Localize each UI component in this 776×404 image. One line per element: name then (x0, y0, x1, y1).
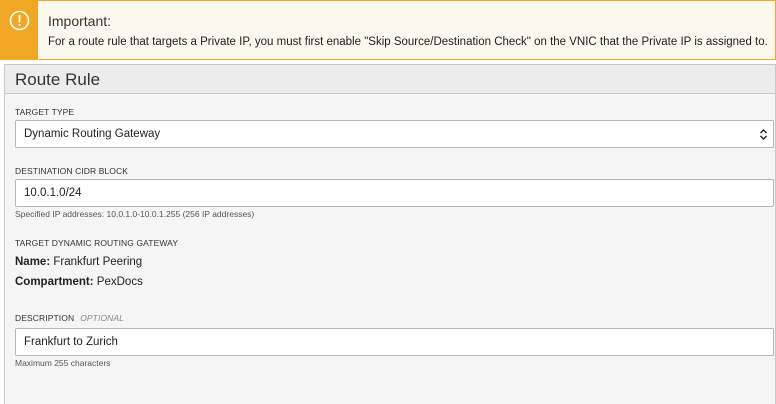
route-rule-panel: Route Rule TARGET TYPE Dynamic Routing G… (4, 64, 776, 404)
target-drg-label: TARGET DYNAMIC ROUTING GATEWAY (15, 238, 179, 248)
target-type-select[interactable]: Dynamic Routing Gateway (15, 120, 774, 148)
target-drg-name-label: Name: (15, 256, 51, 268)
description-hint: Maximum 255 characters (15, 358, 111, 368)
target-drg-compartment-value: PexDocs (96, 276, 143, 288)
warning-icon (9, 10, 30, 31)
description-value: Frankfurt to Zurich (24, 336, 118, 348)
chevron-up-down-icon (760, 129, 767, 140)
destination-cidr-input[interactable]: 10.0.1.0/24 (15, 179, 774, 207)
target-type-label: TARGET TYPE (15, 107, 75, 117)
optional-tag: OPTIONAL (80, 313, 124, 323)
target-drg-name: Name: Frankfurt Peering (15, 256, 142, 268)
panel-header (5, 65, 775, 94)
destination-cidr-hint: Specified IP addresses: 10.0.1.0-10.0.1.… (15, 209, 255, 219)
destination-cidr-label: DESTINATION CIDR BLOCK (15, 166, 129, 176)
description-label-text: DESCRIPTION (15, 313, 75, 323)
destination-cidr-value: 10.0.1.0/24 (24, 187, 82, 199)
target-drg-compartment-label: Compartment: (15, 276, 94, 288)
target-type-value: Dynamic Routing Gateway (24, 128, 161, 140)
alert-accent-bar (1, 1, 38, 59)
description-input[interactable]: Frankfurt to Zurich (15, 328, 774, 356)
target-drg-compartment: Compartment: PexDocs (15, 276, 143, 288)
important-alert: Important: For a route rule that targets… (0, 0, 776, 60)
description-label: DESCRIPTION OPTIONAL (15, 313, 124, 323)
target-drg-name-value: Frankfurt Peering (53, 256, 143, 268)
alert-title: Important: (48, 13, 112, 29)
panel-title: Route Rule (15, 70, 101, 89)
alert-message: For a route rule that targets a Private … (48, 36, 768, 48)
